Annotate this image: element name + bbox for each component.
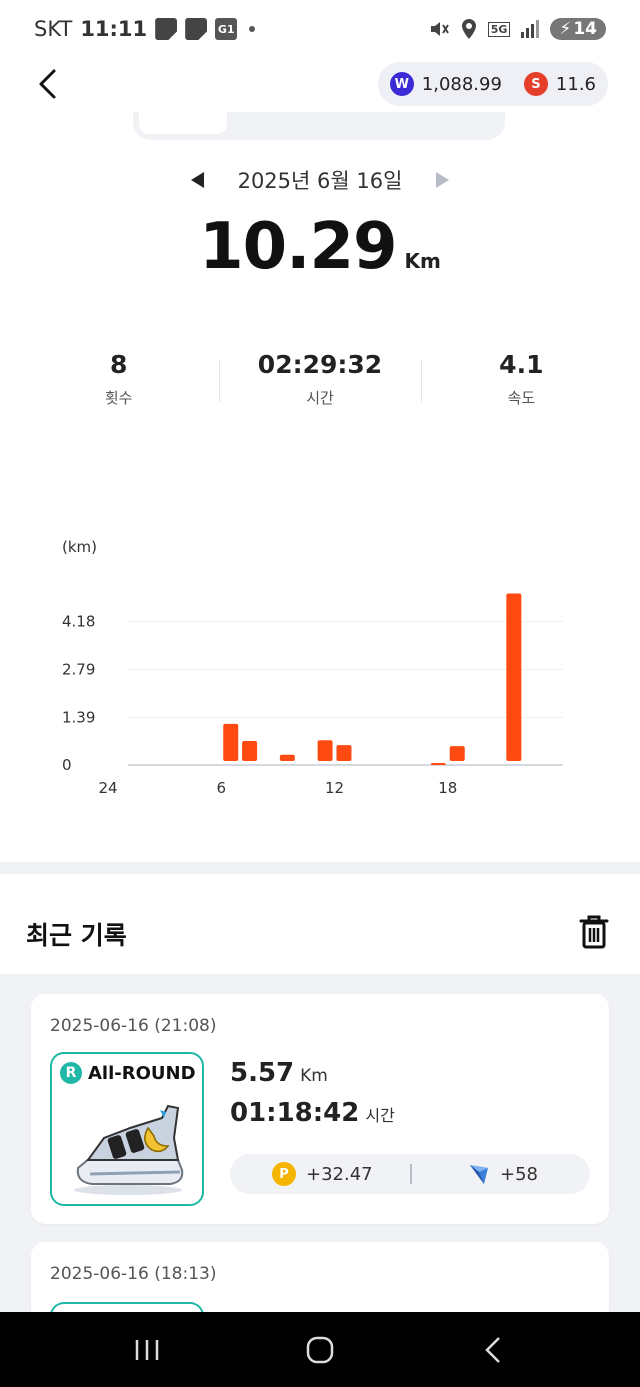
status-left: SKT 11:11 G1 (34, 17, 256, 41)
x-tick-label: 6 (216, 779, 226, 797)
stat-value: 4.1 (499, 350, 544, 379)
delete-button[interactable] (578, 914, 610, 950)
notification-icon (185, 18, 208, 40)
record-duration-value: 01:18:42 (230, 1098, 360, 1128)
chart-bar (506, 593, 522, 761)
w-balance: 1,088.99 (421, 73, 502, 95)
record-date: 2025-06-16 (21:08) (50, 1016, 217, 1036)
chart-bar (223, 723, 239, 761)
shoe-thumbnail[interactable]: R All-ROUND (50, 1052, 204, 1206)
s-balance: 11.6 (555, 73, 596, 95)
x-tick-label: 12 (325, 779, 344, 797)
point-coin-icon: P (272, 1162, 296, 1186)
clock: 11:11 (80, 17, 148, 41)
y-tick-label: 4.18 (62, 613, 95, 631)
record-date: 2025-06-16 (18:13) (50, 1264, 217, 1284)
chart-bar (279, 754, 295, 761)
recent-title: 최근 기록 (26, 921, 127, 950)
stat-label: 횟수 (104, 389, 133, 407)
notification-badge-icon: G1 (215, 18, 238, 40)
reward-divider (410, 1164, 412, 1184)
trash-icon (579, 915, 609, 949)
y-tick-label: 2.79 (62, 660, 95, 678)
chart-bar (317, 740, 333, 761)
gem-value: +58 (500, 1163, 538, 1185)
chart-bar (242, 740, 258, 761)
record-distance-unit: Km (300, 1066, 328, 1086)
more-notifications-icon (249, 26, 256, 32)
y-tick-label: 0 (62, 756, 72, 774)
current-date: 2025년 6월 16일 (237, 169, 403, 193)
y-tick-label: 1.39 (62, 708, 95, 726)
chart-bar (449, 746, 465, 761)
total-distance: 10.29 Km (0, 210, 640, 284)
system-back-button[interactable] (463, 1325, 523, 1375)
stat-value: 02:29:32 (257, 350, 383, 379)
carrier: SKT (34, 17, 73, 41)
network-type: 5G (487, 21, 511, 37)
period-tab-active[interactable] (139, 112, 227, 134)
notification-icon (155, 18, 178, 40)
chart-bar (336, 745, 352, 761)
date-navigator: 2025년 6월 16일 (0, 160, 640, 200)
battery-level: 14 (573, 19, 597, 39)
recent-apps-button[interactable] (117, 1325, 177, 1375)
app-header: W 1,088.99 S 11.6 (0, 58, 640, 110)
stat-value: 8 (109, 350, 128, 379)
period-tabs[interactable] (133, 112, 505, 140)
status-right: 5G ⚡ 14 (428, 18, 606, 40)
stats-row: 8 횟수 02:29:32 시간 4.1 속도 (18, 350, 622, 420)
record-card[interactable]: 2025-06-16 (21:08) R All-ROUND 5.57 Km 01… (31, 994, 609, 1224)
stat-label: 속도 (507, 389, 536, 407)
x-tick-label: 18 (438, 779, 457, 797)
s-coin-icon: S (523, 72, 548, 96)
chart-bar (430, 762, 446, 765)
stat-label: 시간 (306, 389, 334, 407)
home-icon (306, 1336, 334, 1363)
shoe-name: All-ROUND (88, 1062, 196, 1084)
home-button[interactable] (290, 1325, 350, 1375)
status-bar: SKT 11:11 G1 5G ⚡ 14 (0, 0, 640, 58)
section-divider (0, 862, 640, 874)
y-unit-label: (km) (62, 538, 97, 556)
distance-value: 10.29 (199, 210, 397, 284)
shoe-tag: R All-ROUND (60, 1062, 196, 1084)
balance-pill[interactable]: W 1,088.99 S 11.6 (377, 62, 608, 106)
bar-chart: (km) 4.18 2.79 1.39 0 24 6 12 18 (62, 538, 563, 797)
rarity-badge: R (60, 1062, 82, 1084)
record-distance: 5.57 Km (230, 1058, 328, 1088)
point-reward: P +32.47 (272, 1162, 373, 1186)
back-button[interactable] (36, 64, 66, 104)
point-value: +32.47 (306, 1163, 373, 1185)
recent-header: 최근 기록 (0, 910, 640, 958)
gem-reward: +58 (468, 1162, 538, 1186)
battery-indicator: ⚡ 14 (550, 18, 606, 40)
next-day-button[interactable] (436, 172, 450, 188)
gem-icon (470, 1165, 488, 1184)
chevron-left-icon (39, 69, 56, 99)
prev-day-button[interactable] (190, 172, 204, 188)
stat-time: 02:29:32 시간 (219, 350, 420, 420)
sneaker-icon (74, 1104, 184, 1195)
stat-speed: 4.1 속도 (420, 350, 622, 420)
system-nav-bar (0, 1312, 640, 1387)
charging-icon: ⚡ (559, 19, 572, 39)
record-card[interactable]: 2025-06-16 (18:13) (31, 1242, 609, 1342)
x-tick-label: 24 (98, 779, 117, 797)
recent-apps-icon (135, 1339, 158, 1360)
stat-count: 8 횟수 (18, 350, 219, 420)
signal-icon (521, 20, 540, 38)
mute-icon (430, 22, 449, 36)
w-coin-icon: W (389, 72, 414, 96)
hourly-distance-chart: (km) 4.18 2.79 1.39 0 24 6 12 18 (0, 530, 640, 810)
distance-unit: Km (404, 249, 441, 273)
location-icon (461, 19, 476, 39)
record-distance-value: 5.57 (230, 1058, 295, 1088)
record-duration-unit: 시간 (365, 1106, 395, 1125)
back-icon (485, 1336, 501, 1363)
reward-bar: P +32.47 +58 (230, 1154, 590, 1194)
record-duration: 01:18:42 시간 (230, 1098, 395, 1128)
